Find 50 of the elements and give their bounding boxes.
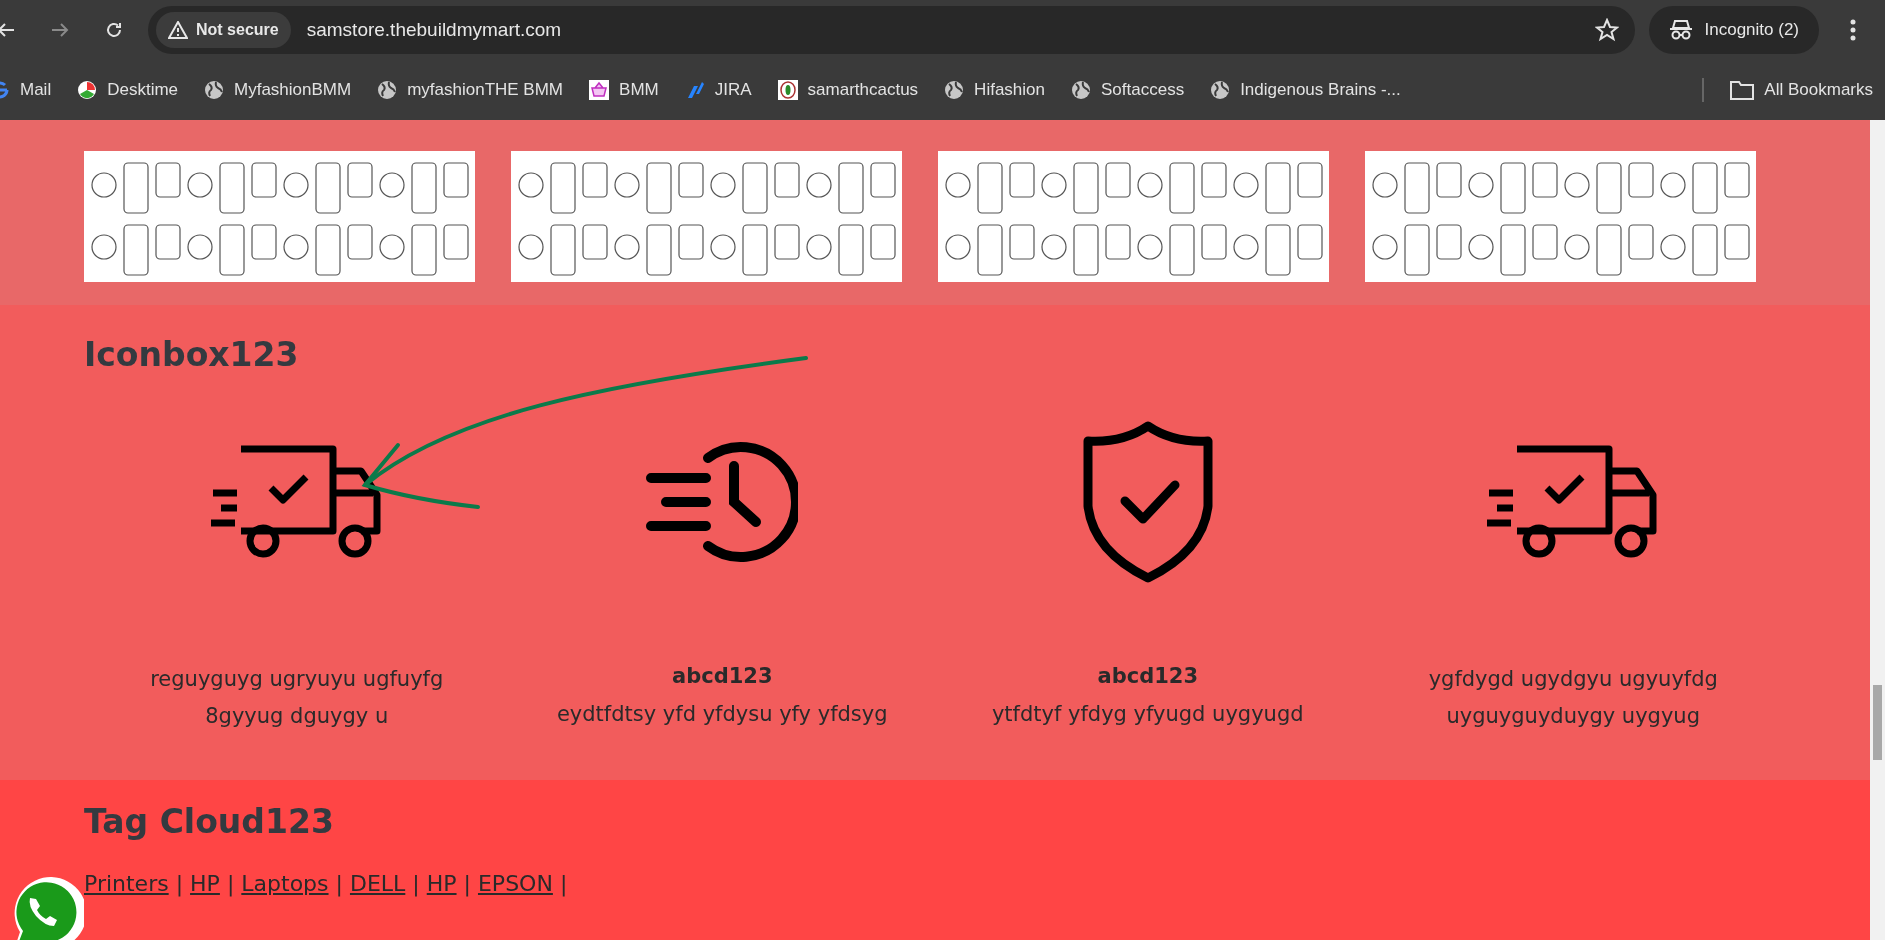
security-chip[interactable]: Not secure [156,12,291,48]
iconbox-title: abcd123 [672,663,773,688]
section-heading: Tag Cloud123 [84,802,335,841]
iconbox-description: ytfdtyf yfdyg yfyugd uygyugd [991,700,1304,728]
bookmark-item[interactable]: Hifashion [944,80,1045,100]
bookmark-item[interactable]: MyfashionBMM [204,80,352,100]
basket-icon [589,80,610,100]
iconbox-description: eydtfdtsy yfd yfdysu yfy yfdsyg [556,700,888,728]
bookmark-item[interactable]: Mail [0,80,52,100]
globe-icon [377,80,398,100]
tag-separator: | [226,871,235,896]
tag-link[interactable]: HP [190,871,220,896]
tag-link[interactable]: EPSON [477,871,553,896]
clock-icon [77,80,98,100]
tag-separator: | [412,871,420,896]
kebab-menu-icon [1850,19,1856,41]
tag-separator: | [463,871,471,896]
bookmark-item[interactable]: BMM [589,80,659,100]
globe-icon [1210,80,1231,100]
iconbox-description: reguyguyg ugryuyu ugfuyfg 8gyyug dguygy u [149,666,445,730]
globe-icon [204,80,225,100]
url-text[interactable]: samstore.thebuildmymart.com [306,19,1571,41]
bookmark-item[interactable]: Indigenous Brains -... [1210,80,1401,100]
globe-icon [944,80,965,100]
star-icon [1594,18,1619,42]
all-bookmarks-button[interactable]: All Bookmarks [1730,80,1873,100]
tag-link[interactable]: HP [426,871,457,896]
incognito-button[interactable]: Incognito (2) [1648,6,1819,54]
tag-separator: | [559,871,568,896]
shield-check-icon [1082,421,1213,583]
scrollbar[interactable] [1870,120,1885,940]
bookmark-item[interactable]: Softaccess [1071,80,1185,100]
tag-link[interactable]: Laptops [241,871,329,896]
bookmark-item[interactable]: Desktime [77,80,179,100]
tag-separator: | [175,871,184,896]
iconbox-title: abcd123 [1097,663,1198,688]
bookmark-item[interactable]: JIRA [684,80,752,100]
fast-clock-icon [646,440,799,564]
incognito-icon [1668,19,1693,41]
tag-separator: | [335,871,343,896]
bookmark-item[interactable]: samarthcactus [777,80,919,100]
bookmark-item[interactable]: myfashionTHE BMM [377,80,564,100]
section-heading: Iconbox123 [84,335,300,374]
reload-icon [104,20,124,40]
tag-link[interactable]: DELL [349,871,406,896]
folder-icon [1730,80,1755,100]
globe-icon [1071,80,1091,100]
warning-icon [168,21,188,39]
tag-link[interactable]: Printers [84,871,169,896]
iconbox-description: ygfdygd ugydgyu ugyuyfdg uyguyguyduygy uygyug [1427,666,1719,730]
